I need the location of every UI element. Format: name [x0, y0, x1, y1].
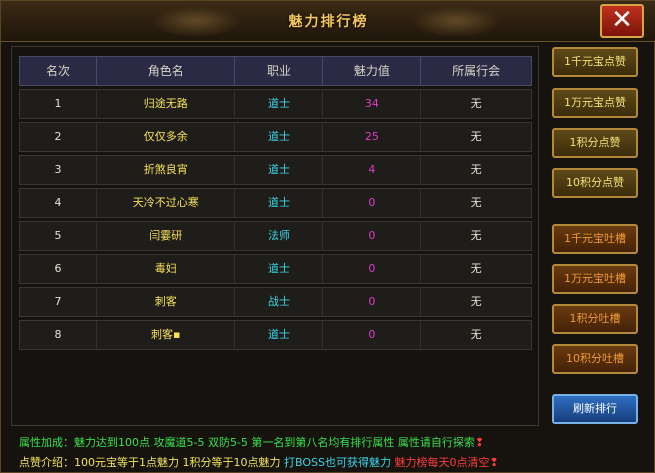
charm-cell: 34 [323, 90, 422, 118]
header-job: 职业 [235, 57, 324, 85]
name-cell: 归途无路 [97, 90, 236, 118]
header-rank: 名次 [20, 57, 98, 85]
attribute-bonus-text: 属性加成：魅力达到100点 攻魔道5-5 双防5-5 第一名到第八名均有排行属性… [19, 436, 475, 449]
job-cell: 道士 [235, 90, 324, 118]
header-charm: 魅力值 [323, 57, 422, 85]
like-intro-text: 点赞介绍：100元宝等于1点魅力 1积分等于10点魅力 [19, 456, 284, 469]
table-row[interactable]: 7 刺客 战士 0 无 [19, 287, 532, 317]
exclamation-icon: ❢ [474, 436, 485, 449]
attribute-bonus-info: 属性加成：魅力达到100点 攻魔道5-5 双防5-5 第一名到第八名均有排行属性… [19, 434, 644, 450]
job-cell: 道士 [235, 123, 324, 151]
charm-cell: 0 [323, 189, 422, 217]
rank-cell: 3 [20, 156, 98, 184]
rank-cell: 7 [20, 288, 98, 316]
charm-cell: 0 [323, 288, 422, 316]
table-row[interactable]: 6 毒妇 道士 0 无 [19, 254, 532, 284]
boss-charm-text: 打BOSS也可获得魅力 [283, 456, 391, 469]
name-cell: 刺客▪ [97, 321, 236, 349]
rank-cell: 8 [20, 321, 98, 349]
table-header: 名次 角色名 职业 魅力值 所属行会 [19, 56, 532, 86]
daily-reset-text: 魅力榜每天0点清空 [390, 456, 490, 469]
rank-cell: 5 [20, 222, 98, 250]
table-row[interactable]: 4 天冷不过心寒 道士 0 无 [19, 188, 532, 218]
window-title: 魅力排行榜 [288, 14, 369, 30]
close-icon: ✕ [611, 5, 633, 35]
ranking-table: 名次 角色名 职业 魅力值 所属行会 1 归途无路 道士 34 无 2 仅仅多余… [11, 46, 539, 426]
rank-cell: 2 [20, 123, 98, 151]
name-cell: 天冷不过心寒 [97, 189, 236, 217]
job-cell: 战士 [235, 288, 324, 316]
table-row[interactable]: 8 刺客▪ 道士 0 无 [19, 320, 532, 350]
job-cell: 道士 [235, 321, 324, 349]
name-cell: 闫霎研 [97, 222, 236, 250]
boo-10k-yuanbao-button[interactable]: 1万元宝吐槽 [552, 264, 638, 294]
job-cell: 道士 [235, 189, 324, 217]
charm-cell: 25 [323, 123, 422, 151]
guild-cell: 无 [470, 196, 482, 209]
guild-cell: 无 [470, 130, 482, 143]
guild-cell: 无 [470, 295, 482, 308]
name-cell: 折煞良宵 [97, 156, 236, 184]
rank-cell: 6 [20, 255, 98, 283]
header-name: 角色名 [97, 57, 236, 85]
guild-cell: 无 [470, 229, 482, 242]
name-cell: 刺客 [97, 288, 236, 316]
rank-cell: 1 [20, 90, 98, 118]
title-bar[interactable]: 魅力排行榜 [1, 1, 655, 42]
table-row[interactable]: 1 归途无路 道士 34 无 [19, 89, 532, 119]
rank-cell: 4 [20, 189, 98, 217]
boo-1k-yuanbao-button[interactable]: 1千元宝吐槽 [552, 224, 638, 254]
table-row[interactable]: 2 仅仅多余 道士 25 无 [19, 122, 532, 152]
boo-10-points-button[interactable]: 10积分吐槽 [552, 344, 638, 374]
charm-cell: 0 [323, 255, 422, 283]
like-1k-yuanbao-button[interactable]: 1千元宝点赞 [552, 47, 638, 77]
header-guild: 所属行会 [452, 64, 501, 78]
table-row[interactable]: 3 折煞良宵 道士 4 无 [19, 155, 532, 185]
refresh-ranking-button[interactable]: 刷新排行 [552, 394, 638, 424]
job-cell: 道士 [235, 255, 324, 283]
like-10k-yuanbao-button[interactable]: 1万元宝点赞 [552, 88, 638, 118]
exclamation-icon: ❢ [489, 456, 499, 469]
name-cell: 仅仅多余 [97, 123, 236, 151]
boo-1-points-button[interactable]: 1积分吐槽 [552, 304, 638, 334]
job-cell: 法师 [235, 222, 324, 250]
like-intro-info: 点赞介绍：100元宝等于1点魅力 1积分等于10点魅力 打BOSS也可获得魅力 … [19, 454, 644, 470]
guild-cell: 无 [470, 262, 482, 275]
close-button[interactable]: ✕ [600, 4, 644, 38]
guild-cell: 无 [470, 163, 482, 176]
like-10-points-button[interactable]: 10积分点赞 [552, 168, 638, 198]
name-cell: 毒妇 [97, 255, 236, 283]
guild-cell: 无 [470, 328, 482, 341]
charm-cell: 4 [323, 156, 422, 184]
charm-cell: 0 [323, 321, 422, 349]
job-cell: 道士 [235, 156, 324, 184]
like-1-points-button[interactable]: 1积分点赞 [552, 128, 638, 158]
charm-cell: 0 [323, 222, 422, 250]
guild-cell: 无 [470, 97, 482, 110]
charm-ranking-window: 魅力排行榜 ✕ 名次 角色名 职业 魅力值 所属行会 1 归途无路 道士 34 … [0, 0, 655, 473]
table-row[interactable]: 5 闫霎研 法师 0 无 [19, 221, 532, 251]
